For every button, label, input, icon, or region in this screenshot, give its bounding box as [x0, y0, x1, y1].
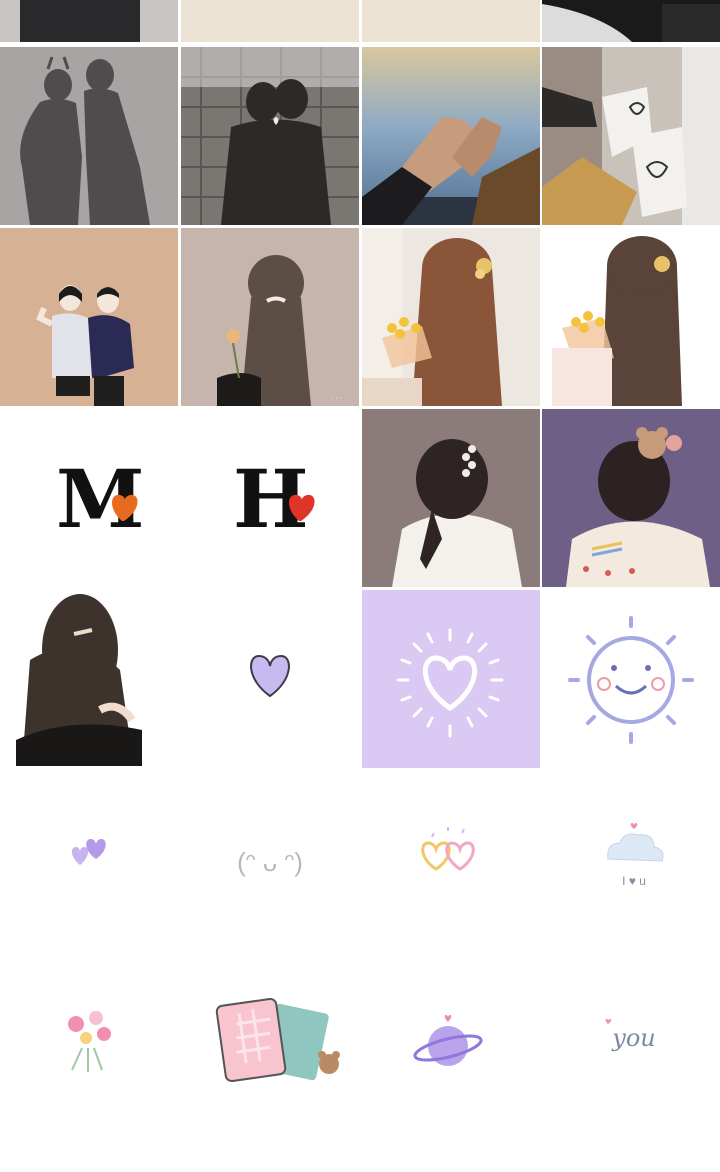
gallery-tile-girl-back-flower[interactable]: · · ·	[181, 228, 359, 406]
shadow-kiss-image	[181, 47, 359, 225]
gallery-tile-shadow-couple-top[interactable]	[0, 0, 178, 42]
gallery-tile-letter-m-heart[interactable]: M	[0, 409, 178, 587]
bouquet-sticker	[0, 952, 178, 1130]
gallery-tile-shadow-couple-street[interactable]	[0, 47, 178, 225]
smiling-sun-image	[542, 590, 720, 768]
gallery-tile-girl-long-hair-flowers-white[interactable]	[542, 228, 720, 406]
double-hearts-sticker	[362, 771, 540, 949]
shadow-photo-thumb	[0, 0, 178, 42]
hands-sky-image	[362, 47, 540, 225]
gallery-tile-girl-long-hair-flowers[interactable]	[362, 228, 540, 406]
gallery-tile-kawaii-face[interactable]: (ᵔ ᴗ ᵔ)	[181, 771, 359, 949]
cloud-sticker: I ♥ u	[542, 771, 720, 949]
gallery-tile-purple-heart-sunburst[interactable]	[362, 590, 540, 768]
girl-flowers-image	[362, 228, 540, 406]
girl-bear-clip-image	[542, 409, 720, 587]
gallery-tile-illustrated-couple[interactable]	[0, 228, 178, 406]
illustrated-couple-image	[0, 228, 178, 406]
gallery-tile-letter-h-heart[interactable]: H	[181, 409, 359, 587]
gallery-tile-bw-top[interactable]	[542, 0, 720, 42]
gallery-tile-double-hearts[interactable]	[362, 771, 540, 949]
shadow-couple-image	[0, 47, 178, 225]
gallery-tile-purple-planet[interactable]	[362, 952, 540, 1130]
purple-heart-image	[181, 590, 359, 768]
you-sticker: you	[542, 952, 720, 1130]
two-hearts-sticker	[0, 771, 178, 949]
gallery-tile-two-purple-hearts[interactable]	[0, 771, 178, 949]
gallery-tile-notebook-bear[interactable]	[181, 952, 359, 1130]
letter-m-heart-image: M	[0, 409, 178, 587]
girl-hair-clip-image	[362, 409, 540, 587]
kawaii-face-sticker: (ᵔ ᴗ ᵔ)	[181, 771, 359, 949]
notebook-sticker	[181, 952, 359, 1130]
gallery-tile-girl-black-top[interactable]	[0, 590, 178, 768]
girl-black-top-image	[0, 590, 178, 768]
gallery-tile-purple-heart-small[interactable]	[181, 590, 359, 768]
i-love-u-text: I ♥ u	[622, 874, 646, 888]
heart-sunburst-image	[362, 590, 540, 768]
gallery-tile-beige-1[interactable]	[181, 0, 359, 42]
gallery-tile-you-text[interactable]: you	[542, 952, 720, 1130]
girl-flower-image: · · ·	[181, 228, 359, 406]
gallery-tile-smiling-sun[interactable]	[542, 590, 720, 768]
you-text: you	[611, 1024, 655, 1052]
gallery-tile-flower-bouquet[interactable]	[0, 952, 178, 1130]
gallery-tile-beige-2[interactable]	[362, 0, 540, 42]
coffee-cups-image	[542, 47, 720, 225]
gallery-tile-shadow-couple-cobblestone[interactable]	[181, 47, 359, 225]
gallery-tile-coffee-cups[interactable]	[542, 47, 720, 225]
gallery-tile-girl-hair-clip[interactable]	[362, 409, 540, 587]
letter-h-heart-image: H	[181, 409, 359, 587]
image-gallery-grid: · · · M H (ᵔ ᴗ ᵔ) I ♥ u you	[0, 0, 720, 1172]
svg-text:· · ·: · · ·	[331, 395, 342, 402]
gallery-tile-girl-bear-clip[interactable]	[542, 409, 720, 587]
gallery-tile-holding-hands-sky[interactable]	[362, 47, 540, 225]
girl-flowers-white-image	[542, 228, 720, 406]
kawaii-face-text: (ᵔ ᴗ ᵔ)	[237, 847, 303, 877]
gallery-tile-cloud-i-love-u[interactable]: I ♥ u	[542, 771, 720, 949]
planet-sticker	[362, 952, 540, 1130]
